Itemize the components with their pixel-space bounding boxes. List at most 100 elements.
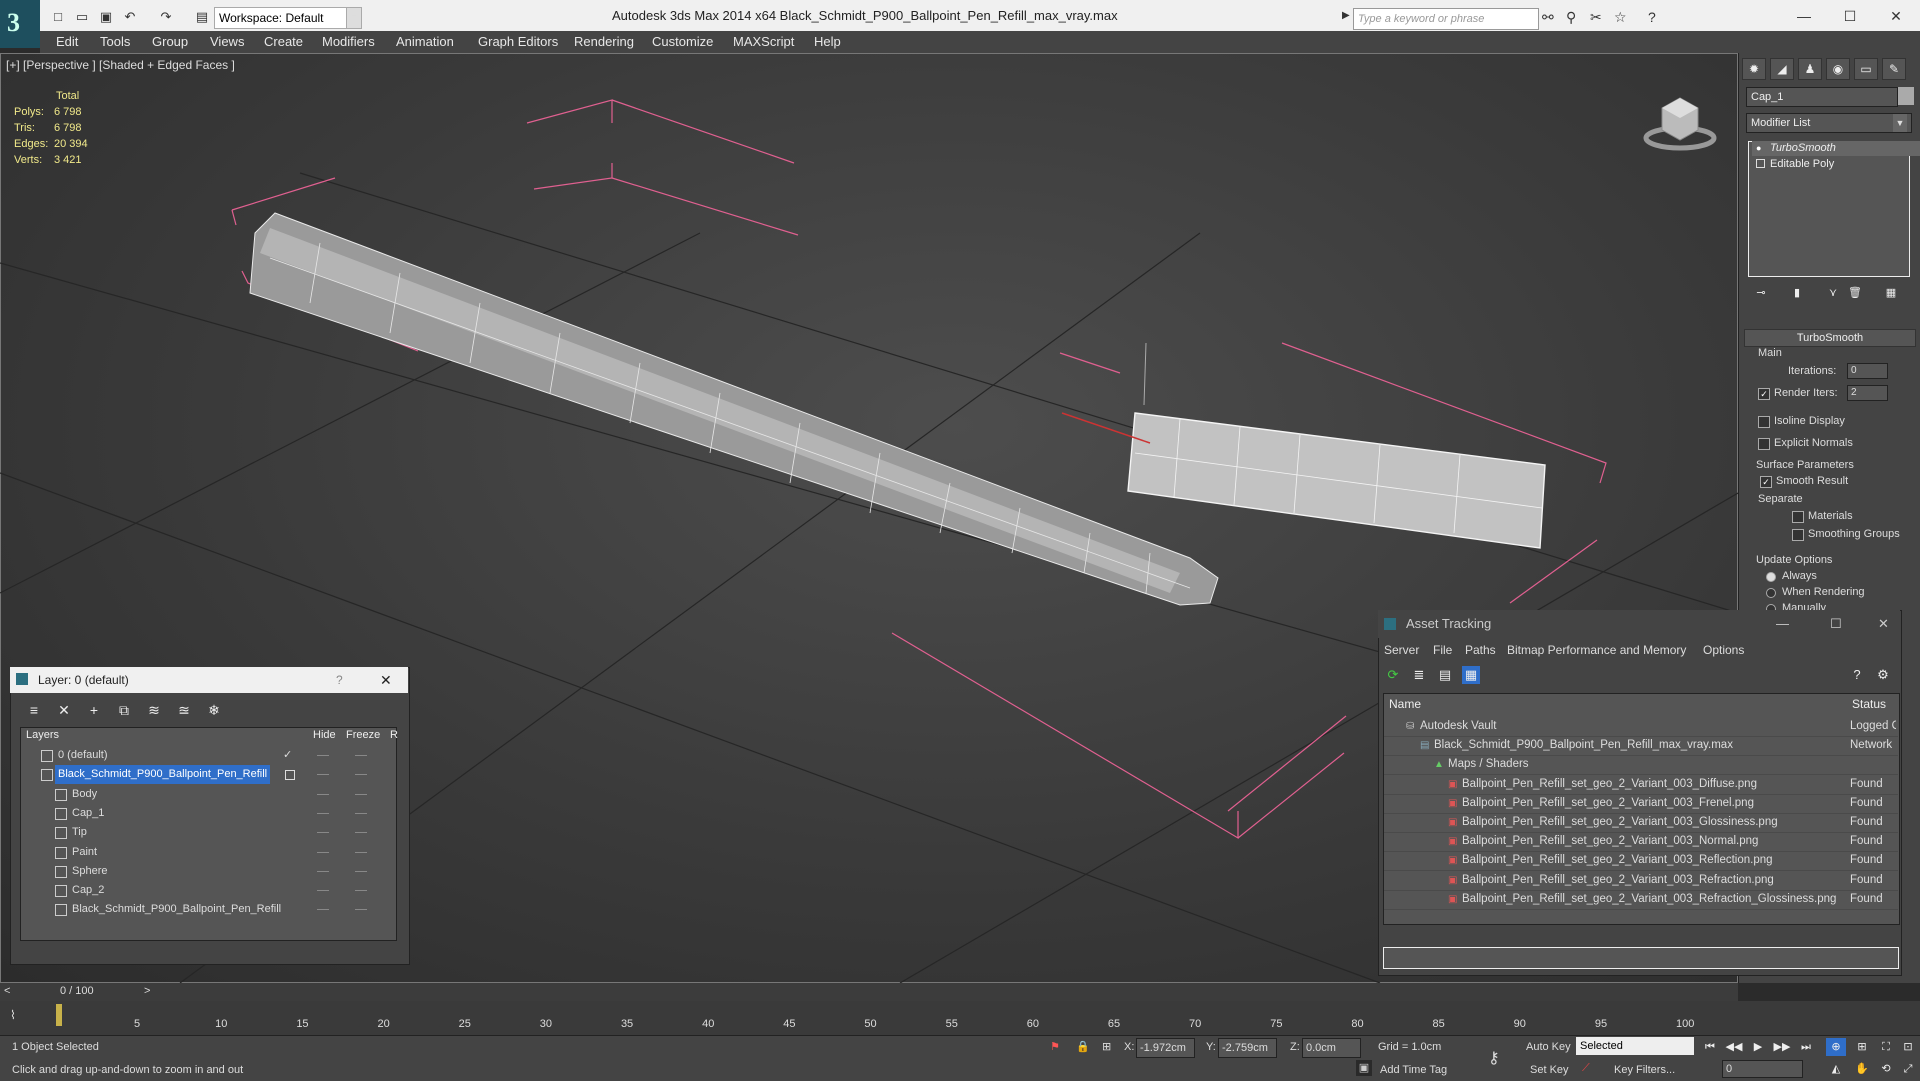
object-color-swatch[interactable] — [1898, 87, 1914, 105]
communication-center-icon[interactable]: ⚲ — [1566, 9, 1576, 26]
asset-menu-options[interactable]: Options — [1703, 643, 1744, 657]
freeze-toggle[interactable] — [355, 812, 367, 814]
asset-menu-file[interactable]: File — [1433, 643, 1452, 657]
undo-icon[interactable]: ↶ — [122, 10, 138, 24]
binoculars-icon[interactable]: ⚯ — [1542, 9, 1554, 26]
key-icon[interactable]: ⚷ — [1488, 1048, 1500, 1068]
freeze-toggle[interactable] — [355, 851, 367, 853]
column-layers[interactable]: Layers — [26, 729, 59, 741]
make-unique-icon[interactable]: ⋎ — [1826, 286, 1840, 300]
asset-row[interactable]: ▣ Ballpoint_Pen_Refill_set_geo_2_Variant_… — [1384, 794, 1898, 814]
time-slider[interactable]: < 0 / 100 > — [0, 983, 1738, 1001]
new-file-icon[interactable]: □ — [50, 10, 66, 24]
open-file-icon[interactable]: ▭ — [74, 10, 90, 24]
favorites-icon[interactable]: ☆ — [1614, 9, 1627, 26]
layer-row[interactable]: Black_Schmidt_P900_Ballpoint_Pen_Refill — [21, 765, 395, 785]
next-frame-icon[interactable]: > — [144, 985, 150, 997]
freeze-toggle[interactable] — [355, 793, 367, 795]
table-view-icon[interactable]: ▦ — [1462, 666, 1480, 684]
orbit-icon[interactable]: ⟲ — [1876, 1060, 1896, 1078]
app-logo[interactable]: 3 — [0, 0, 40, 48]
list-view-icon[interactable]: ≣ — [1410, 666, 1428, 684]
save-icon[interactable]: ▣ — [98, 10, 114, 24]
materials-checkbox[interactable] — [1792, 511, 1804, 523]
go-to-end-icon[interactable]: ⏭ — [1796, 1038, 1816, 1056]
asset-menu-server[interactable]: Server — [1384, 643, 1419, 657]
help-icon[interactable]: ? — [1848, 666, 1866, 684]
zoom-all-icon[interactable]: ⊞ — [1852, 1038, 1872, 1056]
highlight-layer-icon[interactable]: ≋ — [144, 701, 164, 719]
pin-stack-icon[interactable]: ⊸ — [1754, 286, 1768, 300]
layer-row[interactable]: 0 (default) ✓ — [21, 746, 395, 765]
close-icon[interactable]: ✕ — [380, 667, 392, 693]
z-coordinate-field[interactable]: 0.0cm — [1302, 1038, 1361, 1058]
prev-frame-icon[interactable]: < — [4, 985, 10, 997]
view-cube-icon[interactable] — [1640, 86, 1720, 156]
menu-edit[interactable]: Edit — [56, 34, 78, 49]
menu-create[interactable]: Create — [264, 34, 303, 49]
menu-modifiers[interactable]: Modifiers — [322, 34, 375, 49]
utilities-tab-icon[interactable]: ✎ — [1882, 58, 1906, 80]
workspace-dropdown[interactable]: Workspace: Default — [214, 7, 350, 29]
add-to-layer-icon[interactable]: + — [84, 701, 104, 719]
refresh-icon[interactable]: ⟳ — [1384, 666, 1402, 684]
asset-path-field[interactable] — [1383, 947, 1899, 969]
freeze-toggle[interactable] — [355, 832, 367, 834]
isolate-icon[interactable]: ⚑ — [1050, 1040, 1060, 1053]
hide-toggle[interactable] — [317, 870, 329, 872]
hide-all-icon[interactable]: ≊ — [174, 701, 194, 719]
track-bar[interactable] — [0, 1001, 1920, 1035]
menu-animation[interactable]: Animation — [396, 34, 454, 49]
project-icon[interactable]: ▤ — [194, 10, 210, 24]
auto-key-button[interactable]: Auto Key — [1526, 1041, 1571, 1053]
column-render[interactable]: R — [390, 729, 398, 741]
y-coordinate-field[interactable]: -2.759cm — [1218, 1038, 1277, 1058]
details-view-icon[interactable]: ▤ — [1436, 666, 1454, 684]
render-iters-checkbox[interactable]: ✓ — [1758, 388, 1770, 400]
pan-icon[interactable]: ✋ — [1852, 1060, 1872, 1078]
asset-row[interactable]: ▣ Ballpoint_Pen_Refill_set_geo_2_Variant_… — [1384, 832, 1898, 853]
column-freeze[interactable]: Freeze — [346, 729, 380, 741]
zoom-extents-all-icon[interactable]: ⊡ — [1898, 1038, 1918, 1056]
when-rendering-radio[interactable] — [1766, 588, 1776, 598]
set-current-layer-icon[interactable] — [285, 770, 295, 781]
frame-counter[interactable]: 0 / 100 — [60, 985, 94, 997]
smooth-result-checkbox[interactable]: ✓ — [1760, 476, 1772, 488]
menu-views[interactable]: Views — [210, 34, 244, 49]
column-hide[interactable]: Hide — [313, 729, 336, 741]
absolute-mode-icon[interactable]: ⊞ — [1102, 1040, 1111, 1053]
asset-menu-bitmap[interactable]: Bitmap Performance and Memory — [1507, 643, 1686, 657]
asset-row[interactable]: ▣ Ballpoint_Pen_Refill_set_geo_2_Variant_… — [1384, 775, 1898, 795]
chevron-down-icon[interactable]: ▼ — [1893, 114, 1907, 132]
asset-row[interactable]: ▲ Maps / Shaders — [1384, 755, 1898, 776]
close-icon[interactable]: ✕ — [1876, 4, 1916, 28]
freeze-toggle[interactable] — [355, 755, 367, 756]
add-time-tag[interactable]: Add Time Tag — [1380, 1064, 1447, 1076]
maximize-viewport-icon[interactable]: ⤢ — [1898, 1060, 1918, 1078]
freeze-toggle[interactable] — [355, 870, 367, 872]
x-coordinate-field[interactable]: -1.972cm — [1136, 1038, 1195, 1058]
column-name[interactable]: Name — [1389, 697, 1421, 711]
create-tab-icon[interactable]: ✹ — [1742, 58, 1766, 80]
layer-row[interactable]: Sphere — [21, 862, 395, 881]
field-of-view-icon[interactable]: ◭ — [1826, 1060, 1846, 1078]
object-name-field[interactable]: Cap_1 — [1746, 87, 1898, 107]
next-key-icon[interactable]: ▶▶ — [1772, 1038, 1792, 1056]
time-tag-icon[interactable]: ▣ — [1356, 1060, 1372, 1076]
select-objects-icon[interactable]: ⧉ — [114, 701, 134, 719]
layer-row[interactable]: Black_Schmidt_P900_Ballpoint_Pen_Refill — [21, 900, 395, 919]
stack-item-editable-poly[interactable]: Editable Poly — [1752, 157, 1920, 172]
menu-help[interactable]: Help — [814, 34, 841, 49]
asset-row[interactable]: ▣ Ballpoint_Pen_Refill_set_geo_2_Variant_… — [1384, 871, 1898, 891]
motion-tab-icon[interactable]: ◉ — [1826, 58, 1850, 80]
play-icon[interactable]: ▶ — [1748, 1038, 1768, 1056]
go-to-start-icon[interactable]: ⏮ — [1700, 1038, 1720, 1056]
redo-icon[interactable]: ↷ — [158, 10, 174, 24]
menu-group[interactable]: Group — [152, 34, 188, 49]
hide-toggle[interactable] — [317, 890, 329, 892]
freeze-all-icon[interactable]: ❄ — [204, 701, 224, 719]
modifier-list-dropdown[interactable]: Modifier List — [1746, 113, 1912, 133]
stack-item-turbosmooth[interactable]: TurboSmooth — [1752, 141, 1920, 156]
set-key-button[interactable]: Set Key — [1530, 1064, 1569, 1076]
maximize-icon[interactable]: ☐ — [1830, 610, 1842, 638]
